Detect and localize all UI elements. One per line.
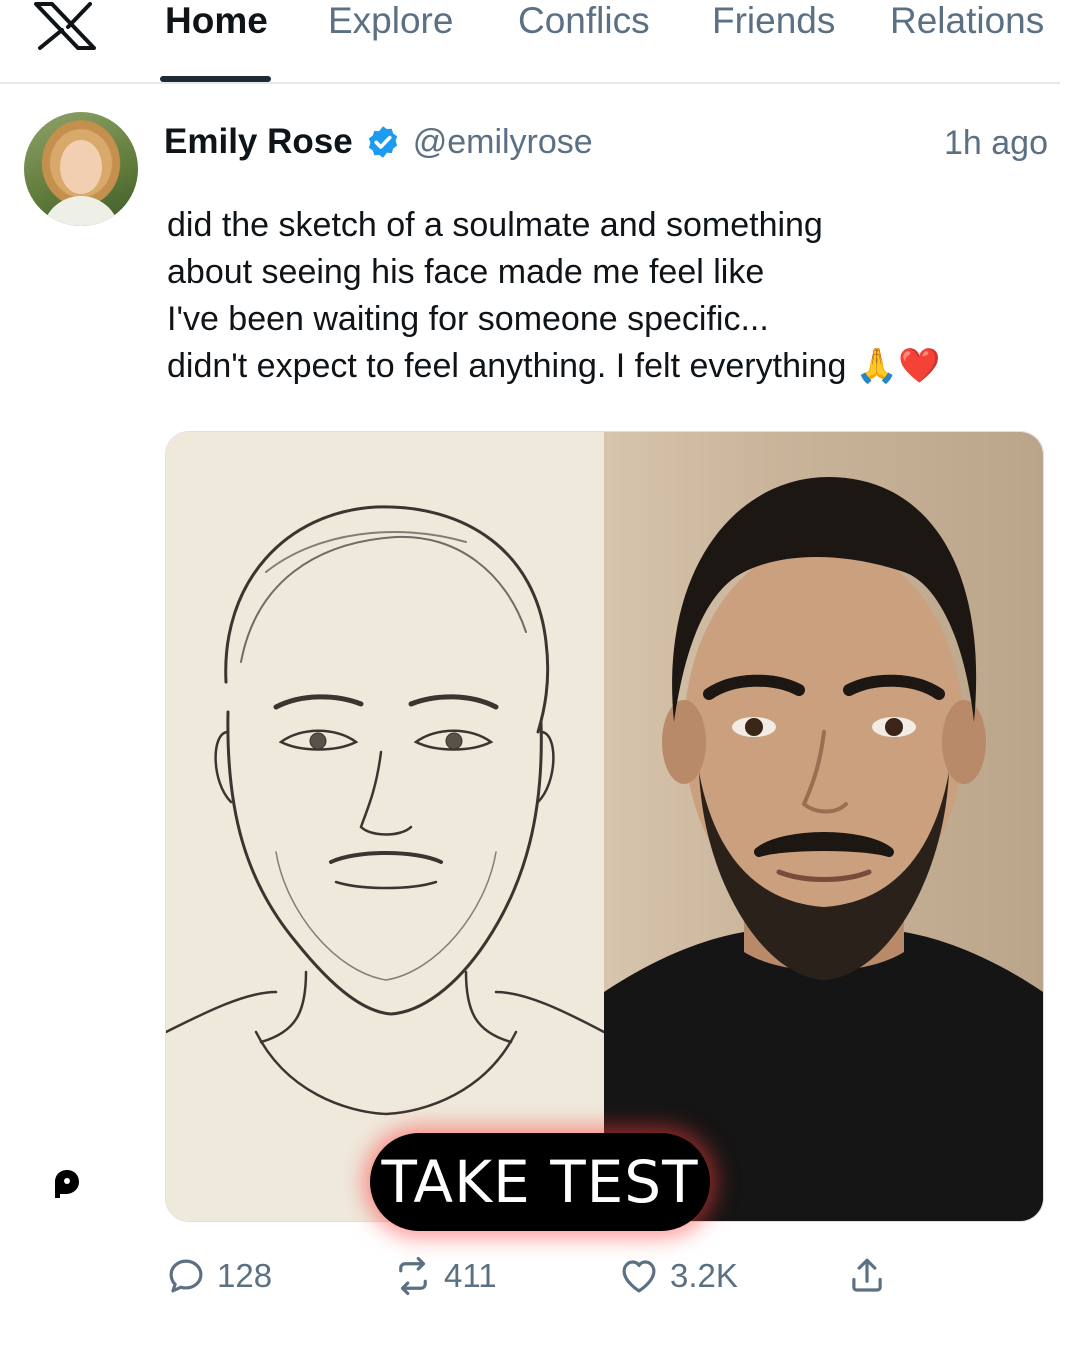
avatar[interactable] bbox=[24, 112, 138, 226]
post-text-line: I've been waiting for someone specific..… bbox=[167, 300, 769, 338]
active-tab-indicator bbox=[160, 76, 271, 82]
verified-badge-icon bbox=[368, 126, 397, 158]
share-icon bbox=[852, 1258, 882, 1292]
top-nav: Home Explore Conflics Friends Relations bbox=[0, 0, 1060, 84]
avatar-shirt bbox=[42, 196, 120, 226]
sketch-drawing bbox=[166, 505, 606, 1116]
reply-count: 128 bbox=[217, 1257, 273, 1294]
post-timestamp[interactable]: 1h ago bbox=[944, 124, 1048, 163]
share-button[interactable] bbox=[846, 1250, 898, 1302]
post-text: did the sketch of a soulmate and somethi… bbox=[167, 202, 1047, 390]
post-text-line: did the sketch of a soulmate and somethi… bbox=[167, 206, 823, 244]
author-name[interactable]: Emily Rose bbox=[164, 122, 353, 162]
like-button[interactable]: 3.2K bbox=[618, 1250, 738, 1302]
repost-icon bbox=[399, 1256, 427, 1296]
post-text-line: about seeing his face made me feel like bbox=[167, 253, 765, 291]
portrait-photo-drawing bbox=[604, 477, 1043, 1221]
tab-explore[interactable]: Explore bbox=[328, 0, 453, 82]
post-media[interactable] bbox=[165, 431, 1044, 1222]
like-count: 3.2K bbox=[670, 1257, 738, 1294]
repost-button[interactable]: 411 bbox=[392, 1250, 497, 1302]
tab-relations[interactable]: Relations bbox=[890, 0, 1044, 82]
post-actions: 128 411 3.2K bbox=[0, 1250, 1080, 1302]
fab-pin-icon[interactable] bbox=[52, 1168, 82, 1200]
pencil-sketch-image bbox=[166, 432, 606, 1221]
reply-icon bbox=[169, 1259, 203, 1293]
avatar-face bbox=[60, 140, 102, 194]
heart-icon bbox=[622, 1260, 656, 1293]
repost-count: 411 bbox=[444, 1257, 497, 1294]
take-test-button[interactable]: TAKE TEST bbox=[370, 1133, 710, 1231]
author-handle[interactable]: @emilyrose bbox=[413, 123, 593, 162]
tab-conflics[interactable]: Conflics bbox=[518, 0, 650, 82]
portrait-photo-image bbox=[604, 432, 1043, 1221]
x-logo-icon[interactable] bbox=[30, 0, 100, 52]
post-text-line: didn't expect to feel anything. I felt e… bbox=[167, 347, 941, 385]
reply-button[interactable]: 128 bbox=[165, 1250, 272, 1302]
author-row: Emily Rose @emilyrose bbox=[164, 120, 593, 164]
tab-friends[interactable]: Friends bbox=[712, 0, 835, 82]
tab-home[interactable]: Home bbox=[165, 0, 268, 82]
